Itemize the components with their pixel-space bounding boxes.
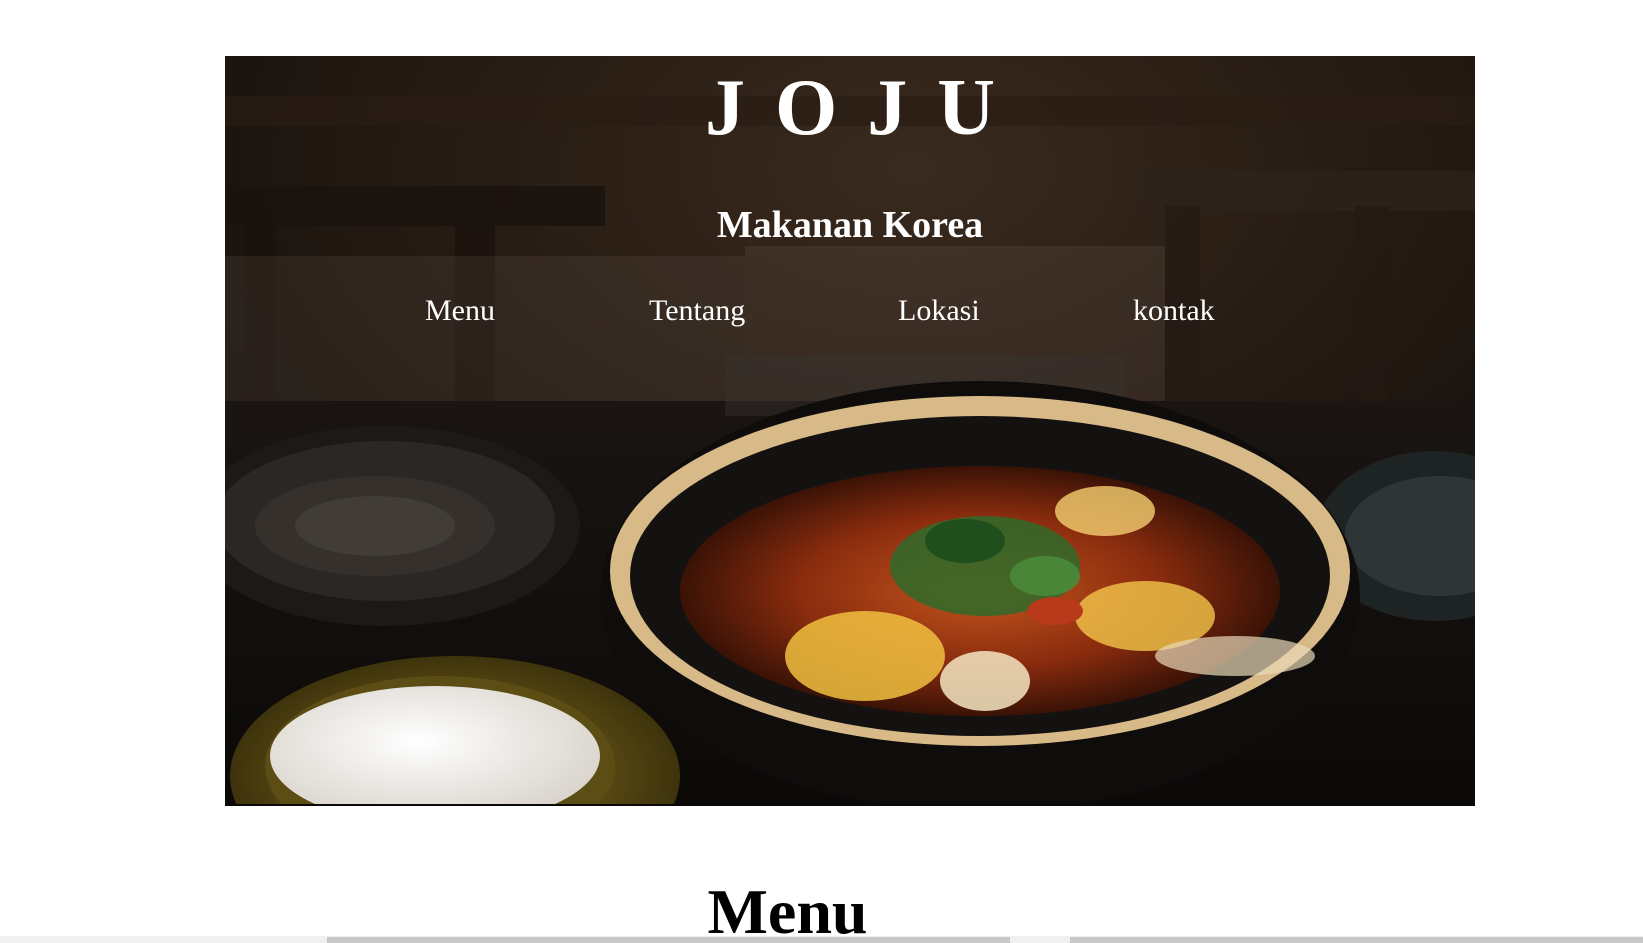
scrollbar-thumb[interactable] — [327, 937, 1010, 943]
nav-item-menu[interactable]: Menu — [425, 296, 495, 326]
main-nav: Menu Tentang Lokasi kontak — [225, 296, 1475, 336]
menu-section-title: Menu — [707, 876, 868, 943]
nav-item-tentang[interactable]: Tentang — [649, 296, 745, 326]
brand-title: JOJU — [705, 64, 1025, 152]
hero-banner: JOJU Makanan Korea Menu Tentang Lokasi k… — [225, 56, 1475, 806]
scrollbar-track-segment — [1070, 937, 1643, 943]
page: JOJU Makanan Korea Menu Tentang Lokasi k… — [0, 0, 1643, 943]
nav-item-lokasi[interactable]: Lokasi — [898, 296, 980, 326]
horizontal-scrollbar[interactable] — [0, 936, 1643, 943]
page-subtitle: Makanan Korea — [716, 204, 984, 246]
nav-item-kontak[interactable]: kontak — [1133, 296, 1215, 326]
hero-image — [225, 56, 1475, 806]
